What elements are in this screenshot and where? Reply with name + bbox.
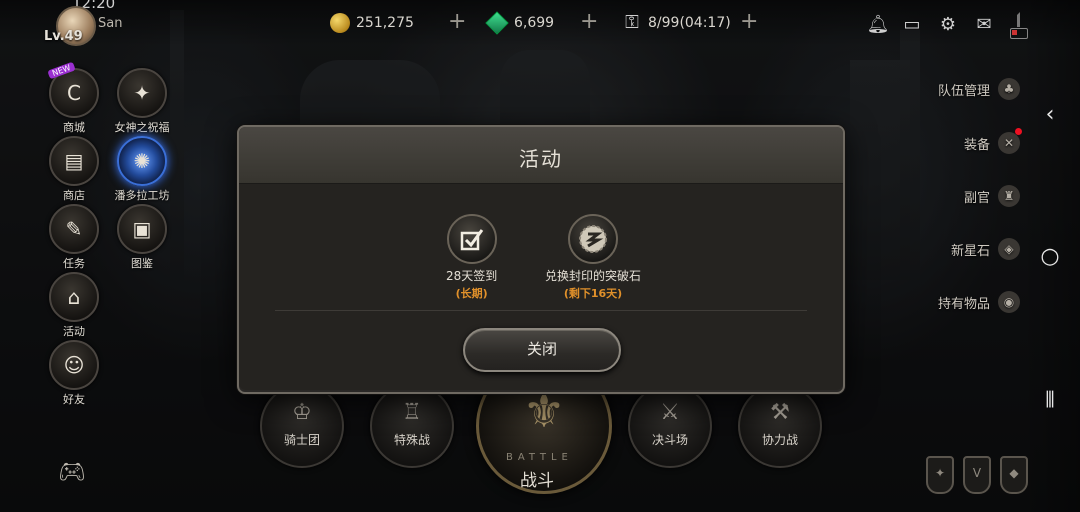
menu-adjutant[interactable]: 副官 ♜ xyxy=(964,185,1020,207)
key-icon: ⚿ xyxy=(625,12,639,33)
chat-icon[interactable]: ▭ xyxy=(900,14,924,36)
mode-arena[interactable]: ⚔ 决斗场 xyxy=(628,384,712,468)
dialog-body: 28天签到 (长期) 兑换封印的突破石 (剩下16天) 关闭 xyxy=(239,184,843,390)
menu-label: 队伍管理 xyxy=(937,83,990,99)
home-nav-icon[interactable]: ○ xyxy=(1030,244,1070,269)
menu-label: 任务 xyxy=(63,257,85,270)
mode-co-op-battle[interactable]: ⚒ 协力战 xyxy=(738,384,822,468)
event-duration: (剩下16天) xyxy=(563,287,623,300)
mode-label: 决斗场 xyxy=(651,433,688,447)
scroll-icon: ✎ xyxy=(49,204,99,254)
battle-label-en: BATTLE xyxy=(506,452,573,463)
menu-team-management[interactable]: 队伍管理 ♣ xyxy=(938,78,1020,100)
player-name: San xyxy=(98,16,123,31)
friend-add-icon: ☺ xyxy=(49,340,99,390)
event-28-day-checkin[interactable]: 28天签到 (长期) xyxy=(446,214,497,301)
bell-icon[interactable]: 🔔︎ xyxy=(866,14,890,36)
mode-label: 协力战 xyxy=(761,433,798,447)
menu-label: 女神之祝福 xyxy=(114,121,170,134)
event-dialog: 活动 28天签到 (长期) 兑换封印的突破石 (剩下16天) 关闭 xyxy=(237,125,845,394)
menu-label: 潘多拉工坊 xyxy=(114,189,170,202)
menu-goddess-blessing[interactable]: ✦ 女神之祝福 xyxy=(112,68,172,135)
event-duration: (长期) xyxy=(455,287,488,300)
add-gold-button[interactable]: + xyxy=(448,11,466,33)
goddess-icon: ✦ xyxy=(117,68,167,118)
event-sealed-stone-exchange[interactable]: 兑换封印的突破石 (剩下16天) xyxy=(545,214,641,301)
tier-shield-icon[interactable]: ✦ xyxy=(926,456,954,494)
menu-store[interactable]: ▤ 商店 xyxy=(44,136,104,203)
crossed-swords-icon: ✕ xyxy=(998,128,1022,154)
menu-label: 副官 xyxy=(963,190,990,206)
event-title: 兑换封印的突破石 xyxy=(545,269,642,283)
knights-crest-icon: ♔ xyxy=(292,400,312,425)
notification-dot xyxy=(1015,128,1022,135)
menu-label: 活动 xyxy=(63,325,85,338)
gift-icon: ⌂ xyxy=(49,272,99,322)
book-icon: ▣ xyxy=(117,204,167,254)
menu-label: 持有物品 xyxy=(937,296,990,312)
gem-amount: 6,699 xyxy=(514,15,555,31)
team-icon: ♣ xyxy=(998,78,1020,100)
shield-swords-icon: ⚔ xyxy=(660,400,680,425)
mode-knights[interactable]: ♔ 骑士团 xyxy=(260,384,344,468)
menu-label: 商店 xyxy=(63,189,85,202)
menu-shop[interactable]: NEW C 商城 xyxy=(44,61,104,135)
menu-label: 商城 xyxy=(63,121,85,134)
menu-events[interactable]: ⌂ 活动 xyxy=(44,272,104,339)
mode-special-battle[interactable]: ♖ 特殊战 xyxy=(370,384,454,468)
menu-label: 装备 xyxy=(963,137,990,153)
green-gem-icon xyxy=(485,11,509,35)
stamina-amount: 8/99(04:17) xyxy=(648,15,731,31)
gold-resource: 251,275 xyxy=(330,12,414,34)
menu-label: 图鉴 xyxy=(131,257,153,270)
battle-label: 战斗 xyxy=(520,471,554,491)
close-button[interactable]: 关闭 xyxy=(463,328,621,372)
menu-pandora-workshop[interactable]: ✺ 潘多拉工坊 xyxy=(112,136,172,203)
gold-amount: 251,275 xyxy=(356,15,414,31)
menu-friends[interactable]: ☺ 好友 xyxy=(44,340,104,407)
gold-coin-icon xyxy=(330,13,350,33)
pandora-icon: ✺ xyxy=(117,136,167,186)
menu-nova-stone[interactable]: 新星石 ◈ xyxy=(951,238,1020,260)
stone-icon: ◈ xyxy=(998,238,1020,260)
mail-icon[interactable]: ✉ xyxy=(972,14,996,36)
tier-shield-icon[interactable]: V xyxy=(963,456,991,494)
recents-nav-icon[interactable]: ⦀ xyxy=(1030,388,1070,413)
menu-inventory[interactable]: 持有物品 ◉ xyxy=(938,291,1020,313)
signal-icon xyxy=(1003,12,1020,27)
menu-codex[interactable]: ▣ 图鉴 xyxy=(112,204,172,271)
stamina-resource: ⚿ 8/99(04:17) xyxy=(622,12,731,34)
seal-stone-icon xyxy=(568,214,618,264)
mode-label: 骑士团 xyxy=(283,433,320,447)
add-stamina-button[interactable]: + xyxy=(740,11,758,33)
divider xyxy=(275,310,807,311)
add-gem-button[interactable]: + xyxy=(580,11,598,33)
menu-quest[interactable]: ✎ 任务 xyxy=(44,204,104,271)
event-title: 28天签到 xyxy=(446,269,498,283)
back-nav-icon[interactable]: ‹ xyxy=(1030,102,1070,127)
tier-shield-icon[interactable]: ◆ xyxy=(1000,456,1028,494)
hammers-icon: ⚒ xyxy=(770,400,790,425)
mode-label: 特殊战 xyxy=(393,433,430,447)
gem-resource: 6,699 xyxy=(485,11,555,35)
menu-equipment[interactable]: 装备 ✕ xyxy=(963,128,1022,154)
menu-label: 好友 xyxy=(63,393,85,406)
helmet-icon: ♜ xyxy=(998,185,1020,207)
top-bar: 12:20 Lv.49 San 251,275 + 6,699 + ⚿ 8/99… xyxy=(0,0,1080,46)
player-level: Lv.49 xyxy=(44,29,83,44)
gear-icon[interactable]: ⚙ xyxy=(936,14,960,36)
chest-icon: ▤ xyxy=(49,136,99,186)
bag-icon: ◉ xyxy=(998,291,1020,313)
dialog-header: 活动 xyxy=(239,127,843,184)
menu-label: 新星石 xyxy=(950,243,990,259)
checkbox-icon xyxy=(446,214,497,264)
castle-icon: ♖ xyxy=(402,400,422,425)
dialog-title: 活动 xyxy=(519,147,563,171)
gamepad-icon[interactable]: 🎮︎ xyxy=(58,460,86,485)
